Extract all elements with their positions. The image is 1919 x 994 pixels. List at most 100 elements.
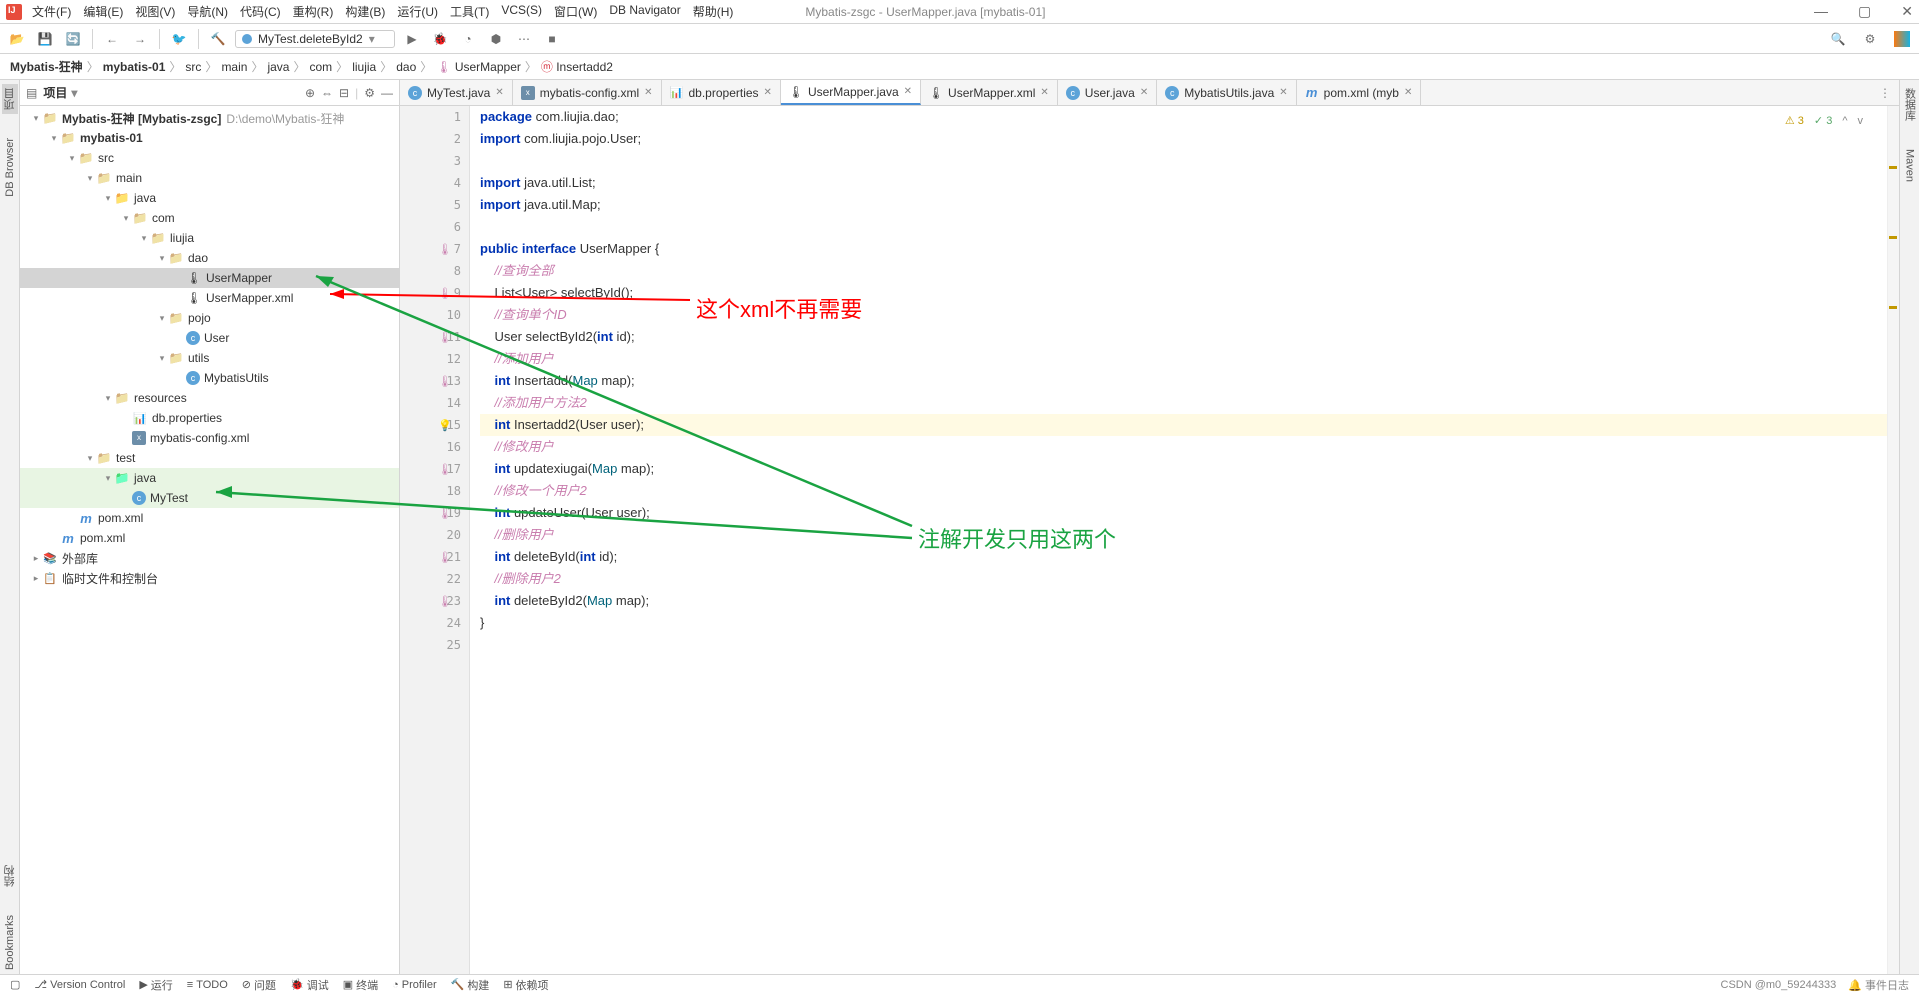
close-tab-icon[interactable]: ✕ [1140,87,1148,98]
menu-item[interactable]: 窗口(W) [554,3,597,20]
breadcrumb-item[interactable]: mybatis-01 [103,60,166,74]
editor-tab[interactable]: MyTest.java✕ [400,80,513,105]
tree-node[interactable]: UserMapper [20,268,399,288]
stripe-database[interactable]: 数据库 [1902,84,1918,125]
bottom-debug[interactable]: 🐞 调试 [290,977,329,993]
close-tab-icon[interactable]: ✕ [644,87,652,98]
close-tab-icon[interactable]: ✕ [1404,87,1412,98]
breadcrumb-item[interactable]: 🌡 UserMapper [436,60,521,74]
tree-node[interactable]: User [20,328,399,348]
mybatis-icon[interactable]: 🐦 [168,28,190,50]
collapse-all-icon[interactable]: ⊟ [339,86,349,100]
tree-node[interactable]: UserMapper.xml [20,288,399,308]
editor-tab[interactable]: UserMapper.java✕ [781,80,921,105]
stripe-bookmarks[interactable]: Bookmarks [4,911,16,974]
editor-tab[interactable]: mybatis-config.xml✕ [513,80,662,105]
menu-item[interactable]: 帮助(H) [693,3,734,20]
more-tabs-icon[interactable]: ⋮ [1879,86,1891,100]
stripe-project[interactable]: 项目 [2,84,18,114]
settings-icon[interactable]: ⚙ [1859,28,1881,50]
stop-icon[interactable]: ■ [541,28,563,50]
menu-item[interactable]: 导航(N) [187,3,228,20]
stripe-structure[interactable]: 结构 [2,861,18,891]
tree-node[interactable]: ▾test [20,448,399,468]
breadcrumb-item[interactable]: dao [396,60,416,74]
select-opened-icon[interactable]: ⊕ [305,86,315,100]
bottom-vcs[interactable]: ⎇ Version Control [34,978,125,991]
bottom-profiler[interactable]: ◔ Profiler [392,979,437,991]
tree-node[interactable]: ▾com [20,208,399,228]
save-icon[interactable]: 💾 [34,28,56,50]
statusbar-toggle-icon[interactable]: ▢ [10,978,20,991]
inspection-widget[interactable]: ⚠ 3 ✓ 3 ^v [1785,110,1863,132]
close-tab-icon[interactable]: ✕ [1040,87,1048,98]
tree-node[interactable]: ▾java [20,188,399,208]
back-icon[interactable]: ← [101,28,123,50]
hide-panel-icon[interactable]: — [381,86,393,100]
maximize-button[interactable]: ▢ [1858,3,1871,20]
breadcrumb-item[interactable]: Mybatis-狂神 [10,58,83,75]
profile-icon[interactable]: ⬢ [485,28,507,50]
error-stripe[interactable] [1887,106,1899,974]
breadcrumb-item[interactable]: java [267,60,289,74]
tree-node[interactable]: db.properties [20,408,399,428]
editor-tab[interactable]: User.java✕ [1058,80,1157,105]
menu-item[interactable]: 重构(R) [293,3,334,20]
stripe-db-browser[interactable]: DB Browser [4,134,16,201]
project-tree[interactable]: ▾Mybatis-狂神 [Mybatis-zsgc]D:\demo\Mybati… [20,106,399,974]
tree-node[interactable]: ▾liujia [20,228,399,248]
tree-node[interactable]: ▸临时文件和控制台 [20,568,399,588]
breadcrumb-item[interactable]: com [310,60,333,74]
menu-item[interactable]: VCS(S) [501,3,542,20]
bottom-deps[interactable]: ⊞ 依赖项 [503,977,548,993]
tree-node[interactable]: ▾pojo [20,308,399,328]
tree-node[interactable]: ▾Mybatis-狂神 [Mybatis-zsgc]D:\demo\Mybati… [20,108,399,128]
breadcrumb-item[interactable]: src [185,60,201,74]
close-tab-icon[interactable]: ✕ [495,87,503,98]
close-tab-icon[interactable]: ✕ [904,86,912,97]
close-button[interactable]: ✕ [1901,3,1913,20]
breadcrumb-item[interactable]: liujia [352,60,376,74]
editor-tab[interactable]: MybatisUtils.java✕ [1157,80,1296,105]
tree-node[interactable]: MyTest [20,488,399,508]
bottom-terminal[interactable]: ▣ 终端 [343,977,378,993]
attach-icon[interactable]: ⋯ [513,28,535,50]
menu-item[interactable]: 视图(V) [135,3,175,20]
tree-node[interactable]: ▾resources [20,388,399,408]
forward-icon[interactable]: → [129,28,151,50]
editor-tab[interactable]: UserMapper.xml✕ [921,80,1058,105]
bottom-problems[interactable]: ⊘ 问题 [242,977,276,993]
debug-icon[interactable]: 🐞 [429,28,451,50]
tree-node[interactable]: pom.xml [20,528,399,548]
project-view-selector[interactable]: 项目 ▾ [43,84,77,101]
build-icon[interactable]: 🔨 [207,28,229,50]
close-tab-icon[interactable]: ✕ [764,87,772,98]
breadcrumb-item[interactable]: main [221,60,247,74]
editor-tab[interactable]: db.properties✕ [662,80,781,105]
coverage-icon[interactable]: ◔ [457,28,479,50]
close-tab-icon[interactable]: ✕ [1279,87,1287,98]
open-icon[interactable]: 📂 [6,28,28,50]
bottom-run[interactable]: ▶ 运行 [139,977,172,993]
menu-item[interactable]: 文件(F) [32,3,71,20]
search-icon[interactable]: 🔍 [1827,28,1849,50]
menu-item[interactable]: 工具(T) [450,3,489,20]
tree-node[interactable]: ▾dao [20,248,399,268]
code-editor[interactable]: ⚠ 3 ✓ 3 ^v package com.liujia.dao;import… [470,106,1887,974]
refresh-icon[interactable]: 🔄 [62,28,84,50]
breadcrumb-item[interactable]: ⓜ Insertadd2 [541,58,613,75]
tree-node[interactable]: ▾mybatis-01 [20,128,399,148]
tree-node[interactable]: ▾utils [20,348,399,368]
stripe-maven[interactable]: Maven [1904,145,1916,186]
tree-node[interactable]: ▾main [20,168,399,188]
tree-node[interactable]: ▾src [20,148,399,168]
tree-node[interactable]: mybatis-config.xml [20,428,399,448]
menu-item[interactable]: 编辑(E) [83,3,123,20]
editor-tab[interactable]: pom.xml (myb✕ [1297,80,1422,105]
menu-item[interactable]: 构建(B) [345,3,385,20]
bottom-build[interactable]: 🔨 构建 [451,977,490,993]
jetbrains-icon[interactable] [1891,28,1913,50]
tree-node[interactable]: ▸外部库 [20,548,399,568]
tree-node[interactable]: ▾java [20,468,399,488]
menu-item[interactable]: 代码(C) [240,3,281,20]
